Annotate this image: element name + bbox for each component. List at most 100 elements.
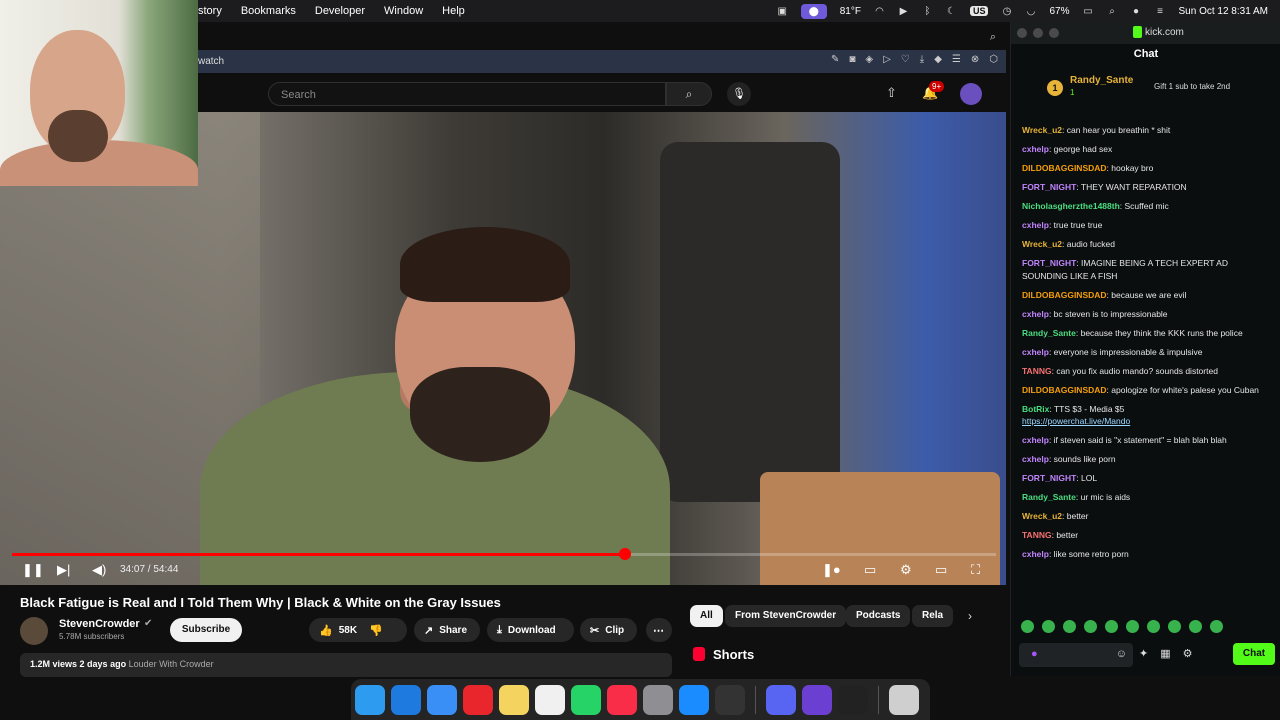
safari-icon[interactable] (391, 684, 421, 715)
chat-username[interactable]: cxhelp (1022, 220, 1049, 230)
chat-username[interactable]: cxhelp (1022, 309, 1049, 319)
chat-username[interactable]: Wreck_u2 (1022, 239, 1062, 249)
menu-bookmarks[interactable]: Bookmarks (241, 5, 296, 17)
settings-gear-icon[interactable]: ⚙ (1183, 647, 1193, 660)
extension-icon[interactable]: ◆ (934, 54, 942, 65)
emote-icon[interactable] (1168, 620, 1181, 633)
mic-icon[interactable]: ● (1031, 648, 1038, 660)
tab-search-icon[interactable]: ⌕ (990, 31, 996, 44)
channel-avatar[interactable] (20, 617, 48, 645)
like-button[interactable]: 👍 58K 👎 (309, 618, 407, 642)
focus-moon-icon[interactable]: ☾ (946, 6, 957, 17)
openai-icon[interactable] (838, 684, 868, 715)
chat-username[interactable]: BotRix (1022, 404, 1049, 414)
search-icon[interactable]: ⌕ (666, 82, 712, 106)
chat-username[interactable]: Randy_Sante (1022, 492, 1076, 502)
menu-history[interactable]: story (198, 5, 222, 17)
chat-username[interactable]: cxhelp (1022, 347, 1049, 357)
edit-icon[interactable]: ✎ (831, 54, 839, 65)
chat-username[interactable]: cxhelp (1022, 549, 1049, 559)
minimize-window-icon[interactable] (1033, 28, 1043, 38)
emote-icon[interactable] (1126, 620, 1139, 633)
download-button[interactable]: ⤓ Download (487, 618, 574, 642)
url-bar[interactable]: watch ✎ ◙ ◈ ▷ ♡ ⤓ ◆ ☰ ⊗ ⬡ (198, 50, 1006, 73)
close-window-icon[interactable] (1017, 28, 1027, 38)
app-store-icon[interactable] (679, 684, 709, 715)
chat-username[interactable]: DILDOBAGGINSDAD (1022, 385, 1107, 395)
reminders-icon[interactable] (535, 684, 565, 715)
emoji-picker-icon[interactable]: ☺ (1116, 648, 1127, 660)
video-progress-bar[interactable] (12, 548, 996, 560)
fullscreen-icon[interactable]: ⛶ (971, 562, 980, 578)
trash-icon[interactable] (889, 684, 919, 715)
send-chat-button[interactable]: Chat (1233, 643, 1275, 665)
battery-icon[interactable]: ▭ (1083, 6, 1094, 17)
chat-username[interactable]: Randy_Sante (1022, 328, 1076, 338)
chevron-right-icon[interactable]: › (968, 609, 972, 623)
menubar-datetime[interactable]: Sun Oct 12 8:31 AM (1179, 6, 1269, 17)
user-icon[interactable]: ● (1131, 6, 1142, 17)
video-progress-knob[interactable] (619, 548, 632, 560)
download-icon[interactable]: ⤓ (920, 54, 924, 65)
forward-icon[interactable]: ▷ (883, 54, 891, 65)
chat-input[interactable]: ● ☺ (1019, 643, 1133, 667)
chat-username[interactable]: DILDOBAGGINSDAD (1022, 163, 1107, 173)
chat-username[interactable]: DILDOBAGGINSDAD (1022, 290, 1107, 300)
chat-username[interactable]: Wreck_u2 (1022, 125, 1062, 135)
chat-link[interactable]: https://powerchat.live/Mando (1022, 416, 1130, 426)
gift-icon[interactable]: ▦ (1160, 647, 1170, 660)
weather-temp[interactable]: 81°F (840, 6, 861, 17)
chat-username[interactable]: TANNG (1022, 366, 1052, 376)
clip-button[interactable]: ✂ Clip (580, 618, 637, 642)
emote-icon[interactable] (1084, 620, 1097, 633)
emote-icon[interactable] (1042, 620, 1055, 633)
clock-icon[interactable]: ◷ (1001, 6, 1012, 17)
zoom-window-icon[interactable] (1049, 28, 1059, 38)
proton-mail-icon[interactable] (802, 684, 832, 715)
shorts-section[interactable]: Shorts (693, 647, 754, 662)
mail-icon[interactable] (427, 684, 457, 715)
chatgpt-icon[interactable] (715, 684, 745, 715)
chat-username[interactable]: Nicholasgherzthe1488th (1022, 201, 1120, 211)
chat-username[interactable]: FORT_NIGHT (1022, 258, 1076, 268)
description-box[interactable]: 1.2M views 2 days ago Louder With Crowde… (20, 653, 672, 677)
next-icon[interactable]: ▶| (57, 562, 70, 578)
chat-username[interactable]: cxhelp (1022, 435, 1049, 445)
emote-icon[interactable] (1147, 620, 1160, 633)
volume-icon[interactable]: ◀) (92, 562, 106, 578)
display-icon[interactable]: ▣ (777, 6, 788, 17)
menu-window[interactable]: Window (384, 5, 423, 17)
chip-from-channel[interactable]: From StevenCrowder (725, 605, 847, 627)
control-center-icon[interactable]: ≡ (1155, 6, 1166, 17)
screen-record-icon[interactable]: ⬤ (800, 3, 827, 19)
camera-icon[interactable]: ◙ (849, 54, 855, 65)
search-input[interactable]: Search (268, 82, 666, 106)
bluetooth-icon[interactable]: ᛒ (922, 6, 933, 17)
chat-username[interactable]: FORT_NIGHT (1022, 473, 1076, 483)
headphones-icon[interactable]: ◠ (874, 6, 885, 17)
menu-help[interactable]: Help (442, 5, 465, 17)
chat-username[interactable]: FORT_NIGHT (1022, 182, 1076, 192)
play-icon[interactable]: ▶ (898, 6, 909, 17)
spotlight-search-icon[interactable]: ⌕ (1107, 6, 1118, 17)
whatsapp-icon[interactable] (571, 684, 601, 715)
discord-icon[interactable] (766, 684, 796, 715)
pause-icon[interactable]: ❚❚ (22, 562, 44, 578)
music-icon[interactable] (607, 684, 637, 715)
heart-icon[interactable]: ♡ (901, 54, 910, 65)
lock-icon[interactable]: ⊗ (971, 54, 979, 65)
emote-icon[interactable] (1063, 620, 1076, 633)
emote-icon[interactable] (1021, 620, 1034, 633)
thumbs-down-icon[interactable]: 👎 (369, 624, 383, 637)
more-actions-button[interactable]: ⋯ (646, 618, 672, 642)
upload-icon[interactable]: ⇧ (886, 85, 897, 101)
keyboard-layout[interactable]: US (969, 6, 989, 16)
pinned-username[interactable]: Randy_Sante (1070, 75, 1133, 86)
system-settings-icon[interactable] (643, 684, 673, 715)
notes-icon[interactable] (499, 684, 529, 715)
cube-icon[interactable]: ⬡ (989, 54, 998, 65)
menu-developer[interactable]: Developer (315, 5, 365, 17)
pinned-gifter[interactable]: 1 Randy_Sante 1 Gift 1 sub to take 2nd (1019, 72, 1273, 106)
share-button[interactable]: ↗ Share (414, 618, 480, 642)
shield-icon[interactable]: ◈ (865, 54, 873, 65)
